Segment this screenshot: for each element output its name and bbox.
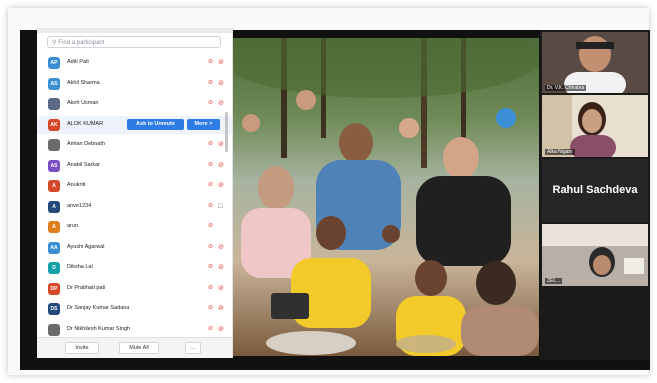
panel-header (37, 28, 232, 33)
scrollbar[interactable] (225, 112, 228, 152)
video-tile[interactable]: Rahul Sachdeva (542, 159, 648, 222)
more-options-button[interactable]: ... (185, 342, 201, 354)
participant-row[interactable]: A Anukriti ⊘ ⊘ (37, 177, 232, 195)
participant-row[interactable]: Aanve1234 ⊘ □ (37, 198, 232, 216)
mic-muted-icon[interactable]: ⊘ (208, 243, 213, 252)
participant-name: Aditi Pati (67, 59, 89, 65)
mic-muted-icon[interactable]: ⊘ (208, 181, 213, 190)
search-icon: ⚲ (52, 40, 57, 46)
participant-row[interactable]: AA Ayushi Agarwal ⊘ ⊘ (37, 239, 232, 257)
video-off-icon[interactable]: ⊘ (218, 263, 224, 272)
participants-panel: ⚲ Find a participant AP Aditi Pati ⊘ ⊘ AS Akhi… (37, 28, 233, 358)
tile-name-label: Rahul Sachdeva (552, 184, 638, 196)
participant-name: Anabil Sarkar (67, 161, 101, 168)
mic-muted-icon[interactable]: ⊘ (208, 325, 213, 334)
participant-row[interactable]: D Diksha Lal ⊘ ⊘ (37, 259, 232, 277)
person-avatar-illustration (542, 32, 648, 93)
mic-muted-icon[interactable]: ⊘ (208, 304, 213, 313)
mic-muted-icon[interactable]: ⊘ (208, 202, 213, 211)
video-off-icon[interactable]: ⊘ (218, 181, 224, 190)
tile-name-label: Alka Nigam (545, 149, 575, 155)
video-off-icon[interactable]: ⊘ (218, 243, 224, 252)
video-tile[interactable]: ZEL... (542, 224, 648, 286)
participant-name: Dr Nikhilesh Kumar Singh (67, 325, 130, 332)
video-tile[interactable]: Dr. V.K. Chhabra (542, 32, 648, 93)
avatar: AK (48, 118, 60, 131)
video-off-icon[interactable]: ⊘ (218, 99, 224, 108)
participant-row[interactable]: Aarun ⊘ (37, 218, 232, 236)
participant-row[interactable]: Dr Nikhilesh Kumar Singh ⊘ ⊘ (37, 321, 232, 339)
mute-all-button[interactable]: Mute All (119, 342, 159, 354)
avatar (48, 323, 60, 336)
participant-name: anve1234 (67, 202, 92, 209)
mic-muted-icon[interactable]: ⊘ (208, 99, 213, 108)
avatar: AA (48, 241, 60, 254)
avatar: D (48, 262, 60, 274)
invite-button[interactable]: Invite (65, 342, 99, 354)
tile-name-label: ZEL... (545, 278, 563, 284)
mic-muted-icon[interactable]: ⊘ (208, 58, 213, 67)
mic-muted-icon[interactable]: ⊘ (208, 140, 213, 149)
person-avatar-illustration (542, 95, 648, 157)
video-off-icon[interactable]: ⊘ (218, 58, 224, 67)
avatar: AS (48, 77, 60, 90)
avatar (48, 98, 60, 110)
participant-name: Diksha Lal (67, 264, 93, 270)
avatar: AS (48, 159, 60, 172)
participant-row[interactable]: Amlan Debnath ⊘ ⊘ (37, 136, 232, 154)
active-speaker-video[interactable] (231, 38, 539, 356)
participant-name: Akhil Sharma (67, 79, 100, 86)
panel-footer: Invite Mute All ... (37, 337, 232, 358)
more-button[interactable]: More > (187, 118, 220, 130)
mic-muted-icon[interactable]: ⊘ (208, 161, 213, 170)
video-off-icon[interactable]: ⊘ (218, 79, 224, 88)
participant-name: Dr Sanjay Kumar Sadana (67, 305, 130, 311)
avatar (48, 139, 60, 151)
mic-muted-icon[interactable]: ⊘ (208, 284, 213, 293)
participant-row[interactable]: DS Dr Sanjay Kumar Sadana ⊘ ⊘ (37, 300, 232, 318)
participant-name: Amlan Debnath (67, 141, 105, 147)
video-off-icon[interactable]: ⊘ (218, 140, 224, 149)
video-tile[interactable]: Alka Nigam (542, 95, 648, 157)
participant-row[interactable]: AS Anabil Sarkar ⊘ ⊘ (37, 157, 232, 175)
avatar: A (48, 200, 60, 213)
avatar: A (48, 180, 60, 192)
avatar: DS (48, 303, 60, 315)
participant-name: Anukriti (67, 182, 86, 188)
participant-name: arun (67, 223, 79, 229)
avatar: A (48, 221, 60, 233)
participant-row[interactable]: AS Akhil Sharma ⊘ ⊘ (37, 75, 232, 93)
avatar: AP (48, 57, 60, 69)
video-off-icon[interactable]: ⊘ (218, 284, 224, 293)
participant-row[interactable]: Akoh Usman ⊘ ⊘ (37, 95, 232, 113)
mic-muted-icon[interactable]: ⊘ (208, 79, 213, 88)
participant-name: Ayushi Agarwal (67, 243, 105, 250)
ask-to-unmute-button[interactable]: Ask to Unmute (127, 118, 184, 130)
person-avatar-illustration (542, 224, 648, 286)
video-on-icon[interactable]: □ (218, 202, 222, 211)
mic-muted-icon[interactable]: ⊘ (208, 222, 213, 231)
video-off-icon[interactable]: ⊘ (218, 325, 224, 334)
video-off-icon[interactable]: ⊘ (218, 304, 224, 313)
participant-row[interactable]: AK ALOK KUMAR Ask to Unmute More > (37, 115, 232, 134)
participant-name: Akoh Usman (67, 100, 99, 106)
avatar: DP (48, 282, 60, 295)
search-input[interactable]: ⚲ Find a participant (47, 36, 221, 48)
group-photo-illustration (231, 38, 539, 356)
participant-row[interactable]: AP Aditi Pati ⊘ ⊘ (37, 54, 232, 72)
participant-row[interactable]: DP Dr Prabhati pati ⊘ ⊘ (37, 280, 232, 298)
search-placeholder: Find a participant (58, 40, 105, 46)
participant-name: ALOK KUMAR (67, 120, 104, 127)
mic-muted-icon[interactable]: ⊘ (208, 263, 213, 272)
participant-name: Dr Prabhati pati (67, 284, 106, 291)
video-off-icon[interactable]: ⊘ (218, 161, 224, 170)
tile-name-label: Dr. V.K. Chhabra (545, 85, 587, 91)
